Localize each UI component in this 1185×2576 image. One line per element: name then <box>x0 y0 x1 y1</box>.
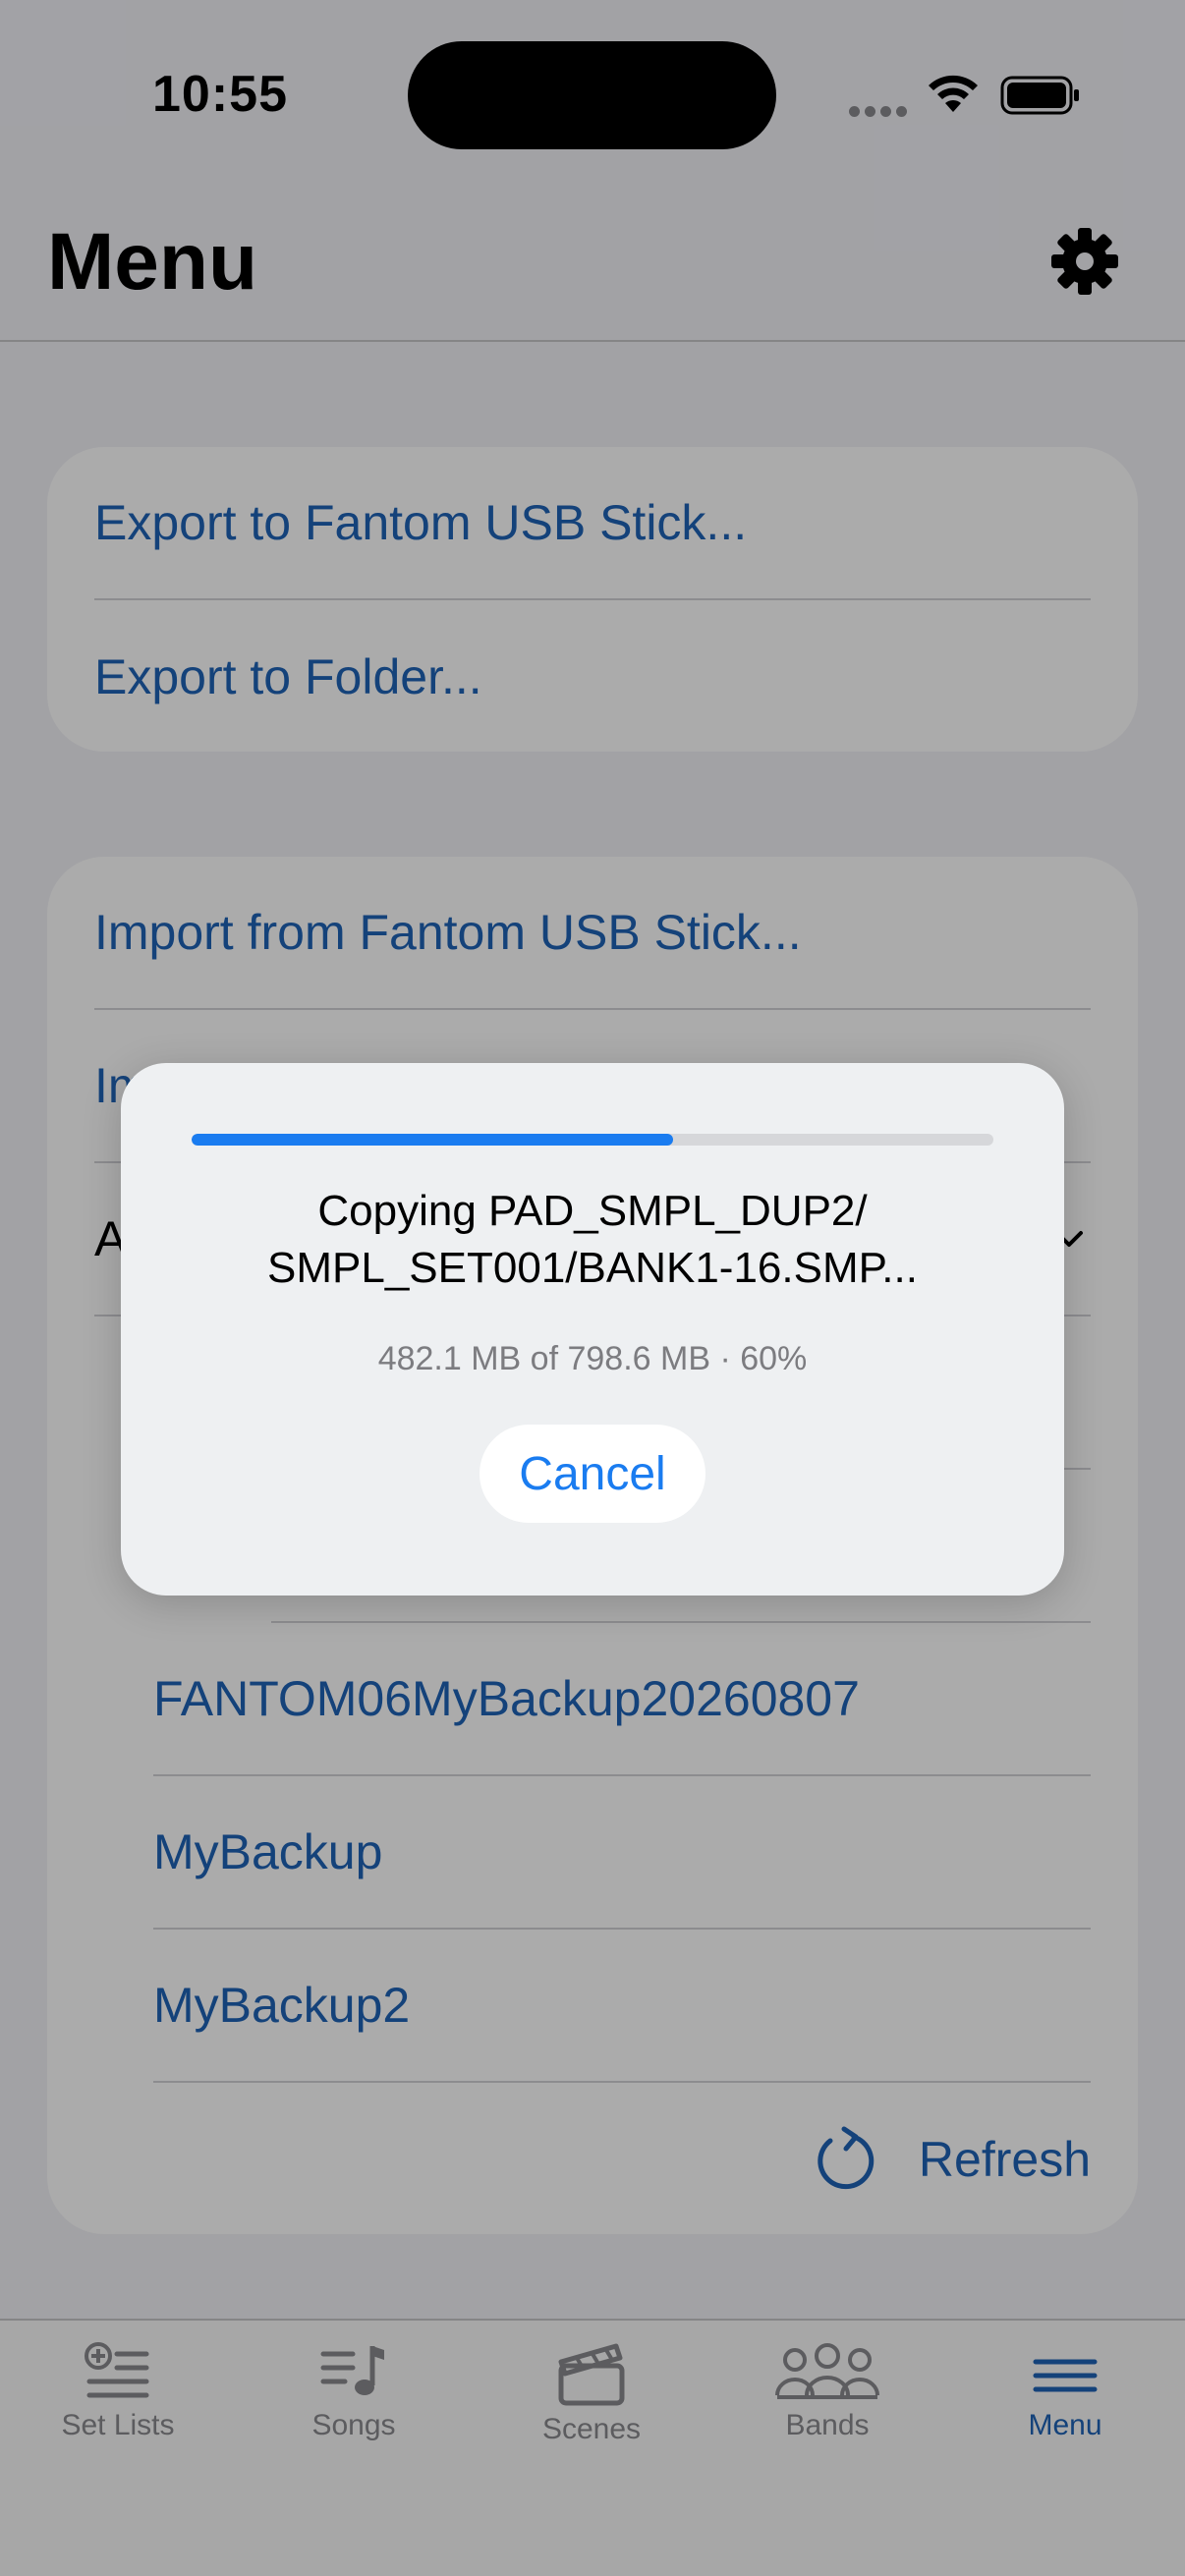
alert-title-line1: Copying PAD_SMPL_DUP2/ <box>317 1187 868 1235</box>
progress-fill <box>192 1134 673 1146</box>
cancel-button[interactable]: Cancel <box>480 1425 705 1523</box>
alert-title: Copying PAD_SMPL_DUP2/ SMPL_SET001/BANK1… <box>160 1183 1025 1297</box>
alert-title-line2: SMPL_SET001/BANK1-16.SMP... <box>267 1244 918 1292</box>
progress-alert: Copying PAD_SMPL_DUP2/ SMPL_SET001/BANK1… <box>121 1063 1064 1596</box>
alert-progress-text: 482.1 MB of 798.6 MB · 60% <box>377 1340 808 1377</box>
progress-track <box>192 1134 993 1146</box>
